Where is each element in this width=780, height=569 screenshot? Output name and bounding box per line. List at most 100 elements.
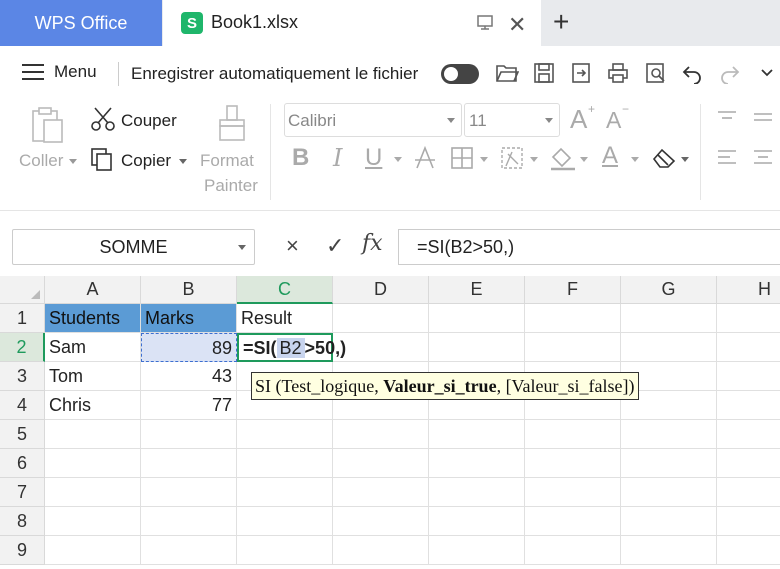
- grid-cell[interactable]: [429, 478, 525, 507]
- accept-formula-icon[interactable]: ✓: [326, 233, 344, 259]
- grid-cell[interactable]: [429, 507, 525, 536]
- grid-cell[interactable]: [333, 333, 429, 362]
- close-tab-icon[interactable]: ✕: [508, 12, 526, 38]
- cell-b4[interactable]: 77: [141, 391, 237, 420]
- select-all-corner[interactable]: [0, 276, 45, 304]
- align-left-icon[interactable]: [716, 148, 738, 175]
- grid-cell[interactable]: [333, 507, 429, 536]
- grid-cell[interactable]: [237, 449, 333, 478]
- column-header-b[interactable]: B: [141, 276, 237, 304]
- tab-document[interactable]: S Book1.xlsx ✕: [163, 0, 541, 46]
- column-header-f[interactable]: F: [525, 276, 621, 304]
- grid-cell[interactable]: [717, 333, 780, 362]
- font-color-dropdown-icon[interactable]: [631, 157, 639, 162]
- cell-a3[interactable]: Tom: [45, 362, 141, 391]
- grid-cell[interactable]: [333, 449, 429, 478]
- column-header-e[interactable]: E: [429, 276, 525, 304]
- grid-cell[interactable]: [333, 420, 429, 449]
- formula-input[interactable]: =SI(B2>50,): [398, 229, 780, 265]
- column-header-c[interactable]: C: [237, 276, 333, 304]
- grid-cell[interactable]: [621, 507, 717, 536]
- grid-cell[interactable]: [717, 449, 780, 478]
- column-header-h[interactable]: H: [717, 276, 780, 304]
- grid-cell[interactable]: [621, 449, 717, 478]
- grid-cell[interactable]: [525, 478, 621, 507]
- grid-cell[interactable]: [333, 536, 429, 565]
- row-header-5[interactable]: 5: [0, 420, 45, 449]
- cell-b3[interactable]: 43: [141, 362, 237, 391]
- grid-cell[interactable]: [333, 304, 429, 333]
- grid-cell[interactable]: [717, 420, 780, 449]
- grid-cell[interactable]: [141, 449, 237, 478]
- paste-dropdown-icon[interactable]: [69, 159, 77, 164]
- column-header-a[interactable]: A: [45, 276, 141, 304]
- grid-cell[interactable]: [717, 391, 780, 420]
- chevron-down-icon[interactable]: [754, 60, 780, 86]
- grid-cell[interactable]: [525, 536, 621, 565]
- row-header-8[interactable]: 8: [0, 507, 45, 536]
- cell-c2-editing[interactable]: =SI(B2 >50,): [237, 333, 346, 362]
- grid-cell[interactable]: [429, 536, 525, 565]
- fill-pattern-icon[interactable]: [500, 146, 526, 175]
- eraser-icon[interactable]: [651, 147, 677, 174]
- grid-cell[interactable]: [237, 478, 333, 507]
- row-header-6[interactable]: 6: [0, 449, 45, 478]
- align-middle-icon[interactable]: [752, 110, 774, 133]
- insert-function-icon[interactable]: fx: [362, 231, 383, 256]
- name-box[interactable]: SOMME: [12, 229, 255, 265]
- cancel-formula-icon[interactable]: ×: [286, 233, 299, 259]
- cell-a2[interactable]: Sam: [45, 333, 141, 362]
- cell-b2[interactable]: 89: [141, 333, 237, 362]
- grid-cell[interactable]: [621, 304, 717, 333]
- grid-cell[interactable]: [237, 507, 333, 536]
- new-tab-button[interactable]: +: [553, 6, 569, 38]
- grid-cell[interactable]: [333, 478, 429, 507]
- cell-c1[interactable]: Result: [237, 304, 333, 333]
- grid-cell[interactable]: [45, 478, 141, 507]
- grid-cell[interactable]: [717, 362, 780, 391]
- grid-cell[interactable]: [237, 420, 333, 449]
- fill-pattern-dropdown-icon[interactable]: [530, 157, 538, 162]
- grow-font-button[interactable]: A: [570, 104, 587, 135]
- cell-b1[interactable]: Marks: [141, 304, 237, 333]
- row-header-4[interactable]: 4: [0, 391, 45, 420]
- print-preview-icon[interactable]: [643, 60, 669, 86]
- underline-dropdown-icon[interactable]: [394, 157, 402, 162]
- redo-icon[interactable]: [717, 60, 743, 86]
- bold-button[interactable]: B: [292, 144, 309, 172]
- italic-button[interactable]: I: [333, 144, 342, 172]
- grid-cell[interactable]: [525, 449, 621, 478]
- grid-cell[interactable]: [141, 507, 237, 536]
- row-header-7[interactable]: 7: [0, 478, 45, 507]
- shrink-font-button[interactable]: A: [606, 107, 621, 134]
- monitor-icon[interactable]: [476, 13, 494, 36]
- row-header-9[interactable]: 9: [0, 536, 45, 565]
- column-header-d[interactable]: D: [333, 276, 429, 304]
- row-header-1[interactable]: 1: [0, 304, 45, 333]
- grid-cell[interactable]: [45, 507, 141, 536]
- grid-cell[interactable]: [429, 333, 525, 362]
- column-header-g[interactable]: G: [621, 276, 717, 304]
- print-icon[interactable]: [605, 60, 631, 86]
- menu-button[interactable]: Menu: [22, 62, 97, 82]
- grid-cell[interactable]: [141, 536, 237, 565]
- grid-cell[interactable]: [525, 507, 621, 536]
- grid-cell[interactable]: [717, 304, 780, 333]
- font-color-button[interactable]: A: [602, 142, 618, 170]
- open-folder-icon[interactable]: [494, 60, 520, 86]
- save-icon[interactable]: [531, 60, 557, 86]
- grid-cell[interactable]: [525, 304, 621, 333]
- grid-cell[interactable]: [45, 536, 141, 565]
- grid-cell[interactable]: [237, 536, 333, 565]
- align-center-icon[interactable]: [752, 148, 774, 175]
- grid-cell[interactable]: [525, 420, 621, 449]
- row-header-2[interactable]: 2: [0, 333, 45, 362]
- cell-a4[interactable]: Chris: [45, 391, 141, 420]
- grid-cell[interactable]: [141, 478, 237, 507]
- font-size-select[interactable]: 11: [464, 103, 560, 137]
- grid-cell[interactable]: [429, 449, 525, 478]
- grid-cell[interactable]: [525, 333, 621, 362]
- grid-cell[interactable]: [621, 478, 717, 507]
- strikethrough-icon[interactable]: [414, 145, 436, 175]
- eraser-dropdown-icon[interactable]: [681, 157, 689, 162]
